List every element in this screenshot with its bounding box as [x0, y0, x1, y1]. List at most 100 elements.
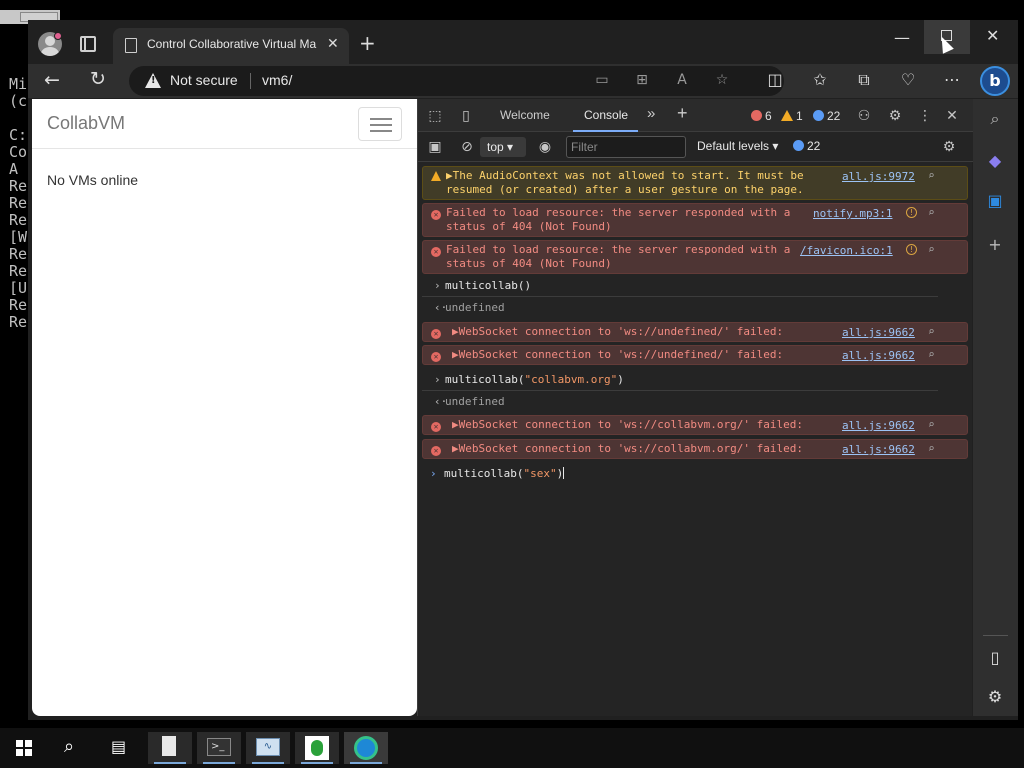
windows-taskbar: ⌕ ▤ >_ ∿ — [0, 728, 1024, 768]
source-link[interactable]: notify.mp3:1 — [813, 207, 892, 221]
source-link[interactable]: all.js:9662 — [842, 349, 915, 363]
search-icon[interactable]: ⌕ — [928, 243, 935, 257]
taskbar-search-icon[interactable]: ⌕ — [50, 732, 94, 764]
console-message-error[interactable]: ✕ ▶WebSocket connection to 'ws://undefin… — [422, 345, 968, 365]
taskbar-app-green-icon[interactable] — [295, 732, 339, 764]
search-icon[interactable]: ⌕ — [928, 169, 935, 183]
browser-tab-active[interactable]: Control Collaborative Virtual Ma ✕ — [113, 28, 349, 64]
console-return-value[interactable]: ‹· undefined — [422, 393, 968, 413]
sidebar-settings-icon[interactable]: ⚙ — [985, 687, 1005, 707]
console-message-error[interactable]: ✕ ▶WebSocket connection to 'ws://undefin… — [422, 322, 968, 342]
network-warning-icon[interactable]: ! — [906, 207, 917, 218]
hide-sidebar-icon[interactable]: ▯ — [985, 648, 1005, 668]
minimize-button[interactable]: — — [894, 28, 910, 47]
add-sidebar-app-icon[interactable]: + — [985, 235, 1005, 255]
tab-actions-icon[interactable] — [80, 36, 96, 52]
issues-counter[interactable]: 22 — [793, 139, 820, 153]
console-message-warning[interactable]: ▶The AudioContext was not allowed to sta… — [422, 166, 968, 200]
start-windows-icon[interactable] — [16, 740, 32, 756]
search-icon[interactable]: ⌕ — [985, 109, 1005, 129]
devtools-close-icon[interactable]: ✕ — [943, 107, 961, 125]
taskbar-app-file-icon[interactable] — [148, 732, 192, 764]
add-tool-button[interactable]: + — [677, 103, 688, 124]
more-tabs-button[interactable]: » — [647, 105, 655, 122]
console-message-error[interactable]: ✕ Failed to load resource: the server re… — [422, 203, 968, 237]
outlook-icon[interactable]: ▣ — [985, 191, 1005, 211]
new-tab-button[interactable]: + — [359, 33, 376, 53]
prompt-text[interactable]: multicollab("sex") — [444, 467, 565, 481]
live-expression-eye-icon[interactable]: ◉ — [536, 138, 554, 156]
console-message-error[interactable]: ✕ ▶WebSocket connection to 'ws://collabv… — [422, 439, 968, 459]
log-levels-dropdown[interactable]: Default levels ▾ — [697, 139, 778, 153]
read-aloud-icon[interactable]: A — [673, 72, 691, 90]
refresh-button[interactable]: ↻ — [90, 68, 106, 90]
devtools-more-icon[interactable]: ⋮ — [916, 107, 934, 125]
source-link[interactable]: all.js:9662 — [842, 443, 915, 457]
copilot-bing-icon[interactable]: b — [980, 66, 1010, 96]
warning-icon[interactable] — [145, 73, 161, 88]
split-screen-icon[interactable]: ◫ — [765, 70, 785, 90]
feedback-icon[interactable]: ⚇ — [855, 107, 873, 125]
tab-close-icon[interactable]: ✕ — [327, 36, 339, 52]
menu-toggle-button[interactable] — [358, 107, 402, 141]
console-filter-input[interactable]: Filter — [566, 136, 686, 158]
device-emulation-icon[interactable]: ▯ — [457, 107, 475, 125]
error-count-badge[interactable]: 6 — [751, 109, 772, 123]
extensions-puzzle-icon[interactable]: ⊞ — [633, 72, 651, 90]
sidebar-toggle-icon[interactable]: ▣ — [426, 138, 444, 156]
url-text[interactable]: vm6/ — [262, 72, 292, 88]
input-text: multicollab() — [445, 279, 532, 292]
tab-console[interactable]: Console — [584, 108, 628, 122]
info-icon — [793, 140, 804, 151]
taskbar-app-edge-icon[interactable] — [344, 732, 388, 764]
console-input-echo[interactable]: › multicollab("collabvm.org") — [422, 371, 938, 391]
collections-icon[interactable]: ⧉ — [854, 70, 874, 90]
search-icon[interactable]: ⌕ — [928, 325, 935, 339]
error-count: 6 — [765, 109, 772, 123]
browser-essentials-icon[interactable]: ♡ — [898, 70, 918, 90]
search-icon[interactable]: ⌕ — [928, 348, 935, 362]
site-brand[interactable]: CollabVM — [47, 113, 125, 134]
context-value: top — [487, 140, 504, 154]
shopping-icon[interactable]: ◆ — [985, 151, 1005, 171]
taskbar-app-monitor-icon[interactable]: ∿ — [246, 732, 290, 764]
console-output[interactable]: ▶The AudioContext was not allowed to sta… — [418, 163, 973, 716]
error-icon: ✕ — [431, 208, 441, 222]
info-count-badge[interactable]: 22 — [813, 109, 840, 123]
source-link[interactable]: all.js:9662 — [842, 326, 915, 340]
add-favorite-icon[interactable]: ☆ — [713, 72, 731, 90]
source-link[interactable]: /favicon.ico:1 — [800, 244, 893, 258]
context-selector[interactable]: top ▾ — [480, 137, 526, 157]
console-return-value[interactable]: ‹· undefined — [422, 299, 968, 319]
security-label[interactable]: Not secure — [170, 72, 238, 88]
network-warning-icon[interactable]: ! — [906, 244, 917, 255]
inspect-element-icon[interactable]: ⬚ — [426, 107, 444, 125]
cmd-line: A — [9, 160, 19, 178]
address-bar[interactable]: Not secure vm6/ ▭ ⊞ A ☆ — [129, 66, 784, 96]
task-view-icon[interactable]: ▤ — [98, 732, 142, 764]
settings-more-icon[interactable]: ⋯ — [942, 70, 962, 90]
warning-count-badge[interactable]: 1 — [781, 109, 803, 123]
taskbar-app-terminal-icon[interactable]: >_ — [197, 732, 241, 764]
search-icon[interactable]: ⌕ — [928, 442, 935, 456]
return-text: undefined — [445, 395, 505, 408]
devtools-settings-icon[interactable]: ⚙ — [886, 107, 904, 125]
console-settings-icon[interactable]: ⚙ — [940, 138, 958, 156]
source-link[interactable]: all.js:9972 — [842, 170, 915, 184]
console-message-error[interactable]: ✕ ▶WebSocket connection to 'ws://collabv… — [422, 415, 968, 435]
search-icon[interactable]: ⌕ — [928, 206, 935, 220]
error-icon: ✕ — [431, 420, 441, 434]
console-input-echo[interactable]: › multicollab() — [422, 277, 938, 297]
app-available-icon[interactable]: ▭ — [593, 72, 611, 90]
sidebar-divider — [983, 635, 1008, 636]
prompt-chevron-icon: › — [430, 467, 437, 480]
tab-welcome[interactable]: Welcome — [500, 108, 550, 122]
source-link[interactable]: all.js:9662 — [842, 419, 915, 433]
message-text: ▶WebSocket connection to 'ws://undefined… — [452, 348, 784, 361]
back-button[interactable]: ← — [44, 69, 60, 91]
close-window-button[interactable]: ✕ — [986, 26, 999, 45]
favorites-icon[interactable]: ✩ — [810, 70, 830, 90]
clear-console-icon[interactable]: ⊘ — [458, 138, 476, 156]
console-message-error[interactable]: ✕ Failed to load resource: the server re… — [422, 240, 968, 274]
search-icon[interactable]: ⌕ — [928, 418, 935, 432]
